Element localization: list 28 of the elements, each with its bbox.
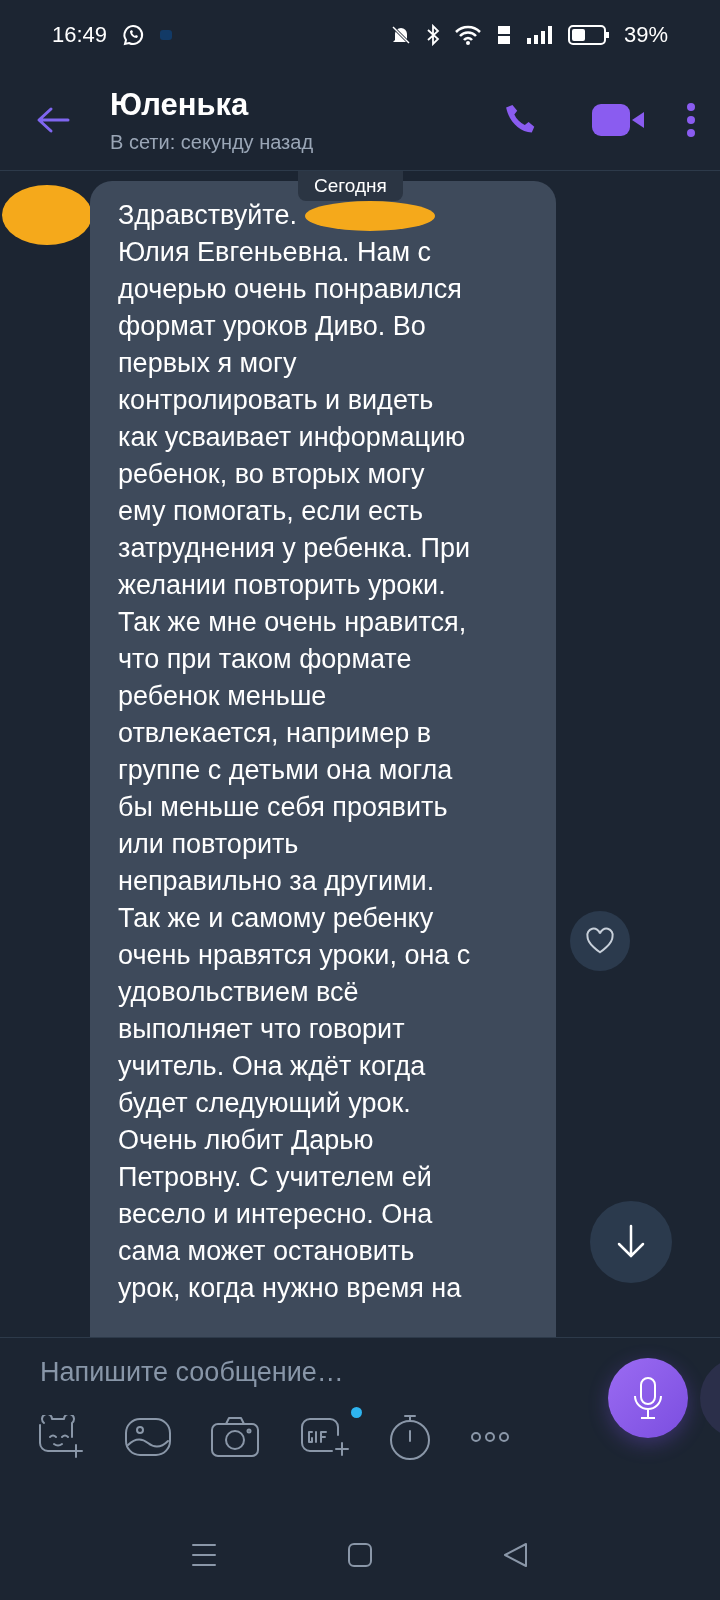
battery-percent: 39% [623,22,668,48]
clock: 16:49 [52,22,108,48]
last-seen: В сети: секунду назад [110,130,315,154]
more-button[interactable] [470,1431,510,1443]
message-text: Юлия Евгеньевна. Нам с дочерью очень понравился формат уроков Диво. Во первых я могу контролировать и видеть как усваивает информацию ребенок, во вторых могу ему помогать, если есть затруднения у ребенка. При желании повторить уроки. Так же мне очень нравится, что при таком формате ребенок меньше отвлекается, например в группе с детьми она могла бы меньше себя проявить или повторить неправильно за другими. Так же и самому ребенку очень нравятся уроки, она с удовольствием всё выполняет что говорит учитель. Она ждёт когда будет следующий урок. Очень любит Дарью Петровну. С учителем ей весело и интересно. Она сама может остановить урок, когда нужно время на [118,236,472,1305]
voice-message-button[interactable] [608,1358,688,1438]
microphone-icon [632,1376,664,1420]
phone-bubble-icon [121,23,146,47]
date-chip: Сегодня [298,171,403,201]
contact-name: Юленька [110,86,250,123]
wifi-icon [453,24,482,46]
muted-bell-icon [389,24,412,46]
menu-nav-button[interactable] [191,1542,217,1568]
signal-icon [525,24,554,46]
message-input[interactable]: Напишите сообщение… [38,1356,542,1389]
gallery-button[interactable] [124,1415,172,1459]
app-icon [159,28,174,42]
back-button[interactable] [36,106,70,134]
bluetooth-icon [425,24,440,46]
battery-icon [567,24,610,46]
sticker-button[interactable] [36,1415,86,1459]
heart-icon [585,927,615,955]
camera-button[interactable] [210,1415,260,1459]
back-nav-button[interactable] [503,1542,529,1568]
greeting-text: Здравствуйте. [118,199,297,232]
more-menu-button[interactable] [686,102,696,138]
timer-button[interactable] [388,1413,432,1461]
home-nav-button[interactable] [347,1542,373,1568]
